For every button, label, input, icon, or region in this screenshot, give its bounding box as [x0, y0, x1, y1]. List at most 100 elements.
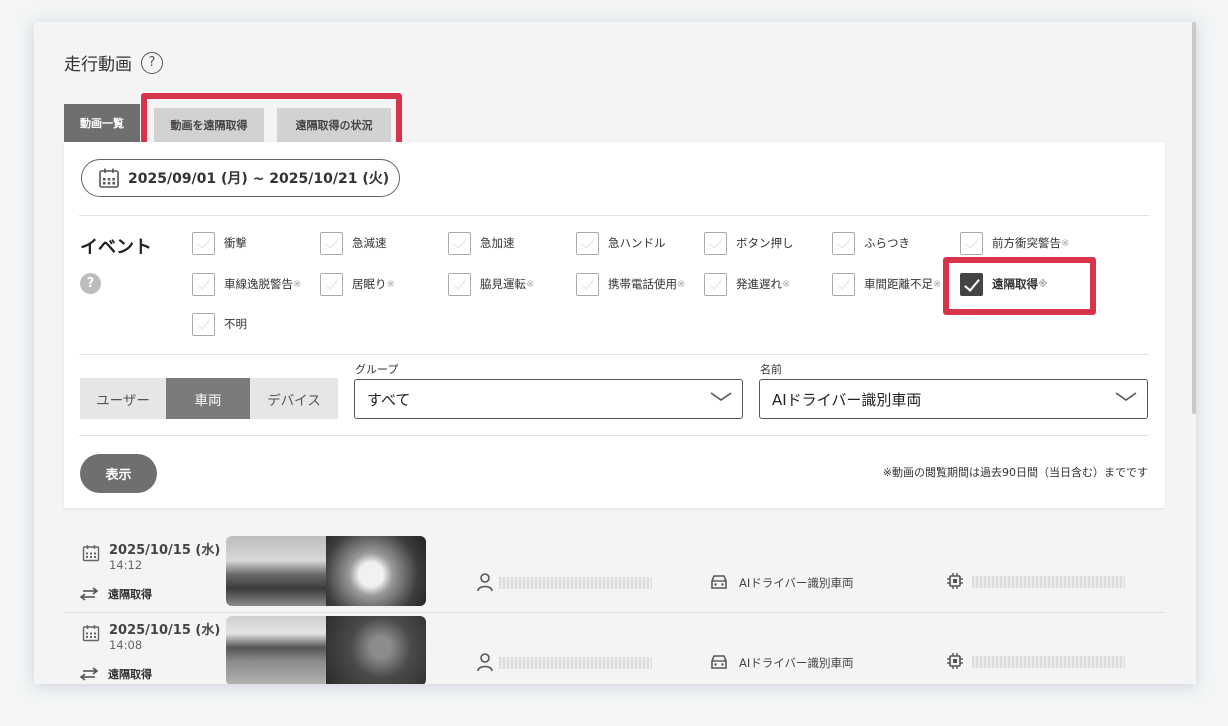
divider [79, 354, 1149, 355]
video-thumbnail[interactable] [226, 536, 426, 606]
app-window: 走行動画 ? 動画一覧 動画を遠隔取得 遠隔取得の状況 2025/09/01 (… [34, 22, 1196, 684]
note-mark: ※ [677, 278, 686, 290]
segment-device[interactable]: デバイス [250, 378, 338, 419]
event-label: イベント [80, 237, 152, 258]
divider [79, 435, 1149, 436]
masked-device-id [972, 576, 1125, 588]
calendar-icon [82, 545, 100, 562]
front-camera-view [226, 536, 326, 606]
event-checkbox-start-delay[interactable]: 発進遅れ ※ [704, 272, 790, 296]
masked-device-id [972, 656, 1125, 668]
checkbox-icon [448, 272, 471, 296]
transfer-arrows-icon [80, 587, 98, 601]
name-select-value: AIドライバー識別車両 [772, 390, 922, 409]
result-vehicle: AIドライバー識別車両 [739, 576, 854, 590]
event-checkbox-distracted[interactable]: 脇見運転 ※ [448, 272, 534, 296]
checkbox-icon [704, 272, 727, 296]
checkbox-icon [448, 231, 471, 255]
event-checkbox-drowsy[interactable]: 居眠り ※ [320, 272, 395, 296]
group-select-value: すべて [367, 390, 411, 409]
checkbox-icon [320, 231, 343, 255]
result-type-text: 遠隔取得 [108, 668, 152, 681]
segment-vehicle[interactable]: 車両 [166, 378, 250, 419]
chevron-down-icon [710, 392, 732, 401]
event-checkbox-fcw[interactable]: 前方衝突警告 ※ [960, 231, 1069, 255]
event-checkbox-button[interactable]: ボタン押し [704, 231, 794, 255]
list-item[interactable]: 2025/10/15 (水) 14:08 遠隔取得 AIドライバー識別車両 [64, 614, 1165, 684]
checkbox-icon [192, 272, 215, 296]
highlight-box-remote-checkbox [943, 257, 1096, 315]
result-type: 遠隔取得 [80, 586, 152, 602]
note-mark: ※ [386, 278, 395, 290]
car-icon [711, 655, 727, 669]
device-chip-icon [947, 653, 963, 669]
calendar-icon [82, 625, 100, 642]
checkbox-icon [320, 272, 343, 296]
checkbox-icon [192, 231, 215, 255]
event-checkbox-wobble[interactable]: ふらつき [832, 231, 910, 255]
event-checkbox-following[interactable]: 車間距離不足 ※ [832, 272, 941, 296]
checkbox-icon [192, 312, 215, 336]
result-vehicle: AIドライバー識別車両 [739, 656, 854, 670]
checkbox-label: 急ハンドル [608, 236, 666, 250]
checkbox-label: ふらつき [864, 236, 910, 250]
result-date-text: 2025/10/15 (水) [109, 543, 221, 558]
checkbox-icon [704, 231, 727, 255]
masked-user-name [499, 577, 652, 589]
page-title-text: 走行動画 [64, 55, 132, 75]
viewing-period-note: ※動画の閲覧期間は過去90日間（当日含む）までです [882, 466, 1148, 479]
result-date-text: 2025/10/15 (水) [109, 623, 221, 638]
checkbox-label: ボタン押し [736, 236, 794, 250]
result-type-text: 遠隔取得 [108, 588, 152, 601]
checkbox-label: 携帯電話使用 [608, 277, 677, 291]
tab-video-list[interactable]: 動画一覧 [64, 104, 140, 142]
event-checkbox-phone[interactable]: 携帯電話使用 ※ [576, 272, 685, 296]
page-title: 走行動画 ? [64, 50, 163, 75]
result-time: 14:08 [109, 638, 143, 652]
result-time: 14:12 [109, 558, 143, 572]
user-icon [477, 653, 493, 672]
checkbox-label: 車線逸脱警告 [224, 277, 293, 291]
note-mark: ※ [782, 278, 791, 290]
chevron-down-icon [1115, 392, 1137, 401]
group-select[interactable]: すべて [354, 379, 743, 419]
checkbox-label: 居眠り [352, 277, 387, 291]
event-checkbox-sudden-steer[interactable]: 急ハンドル [576, 231, 666, 255]
cabin-camera-view [326, 536, 426, 606]
date-range-text: 2025/09/01 (月) ~ 2025/10/21 (火) [128, 171, 390, 187]
result-type: 遠隔取得 [80, 666, 152, 682]
name-label: 名前 [760, 363, 782, 376]
note-mark: ※ [933, 278, 942, 290]
note-mark: ※ [1061, 237, 1070, 249]
checkbox-label: 急加速 [480, 236, 515, 250]
scrollbar[interactable] [1192, 22, 1196, 414]
event-checkbox-sudden-brake[interactable]: 急減速 [320, 231, 387, 255]
show-button[interactable]: 表示 [80, 454, 157, 493]
checkbox-label: 脇見運転 [480, 277, 526, 291]
divider [64, 612, 1165, 613]
event-checkbox-sudden-accel[interactable]: 急加速 [448, 231, 515, 255]
checkbox-icon [576, 272, 599, 296]
device-chip-icon [947, 573, 963, 589]
masked-user-name [499, 657, 652, 669]
name-select[interactable]: AIドライバー識別車両 [759, 379, 1148, 419]
checkbox-label: 前方衝突警告 [992, 236, 1061, 250]
help-icon[interactable]: ? [141, 51, 163, 74]
filter-panel: 2025/09/01 (月) ~ 2025/10/21 (火) イベント ? 衝… [64, 142, 1165, 508]
event-help-icon[interactable]: ? [80, 273, 101, 294]
event-checkbox-unknown[interactable]: 不明 [192, 312, 247, 336]
event-checkbox-shock[interactable]: 衝撃 [192, 231, 247, 255]
calendar-icon [99, 168, 119, 188]
segment-user[interactable]: ユーザー [80, 378, 166, 419]
event-checkbox-ldw[interactable]: 車線逸脱警告 ※ [192, 272, 301, 296]
checkbox-label: 車間距離不足 [864, 277, 933, 291]
cabin-camera-view [326, 616, 426, 684]
list-item[interactable]: 2025/10/15 (水) 14:12 遠隔取得 AIドライバー識別車両 [64, 534, 1165, 613]
checkbox-label: 衝撃 [224, 236, 247, 250]
video-thumbnail[interactable] [226, 616, 426, 684]
date-range-picker[interactable]: 2025/09/01 (月) ~ 2025/10/21 (火) [81, 159, 400, 197]
divider [79, 215, 1149, 216]
note-mark: ※ [293, 278, 302, 290]
user-icon [477, 573, 493, 592]
checkbox-label: 発進遅れ [736, 277, 782, 291]
